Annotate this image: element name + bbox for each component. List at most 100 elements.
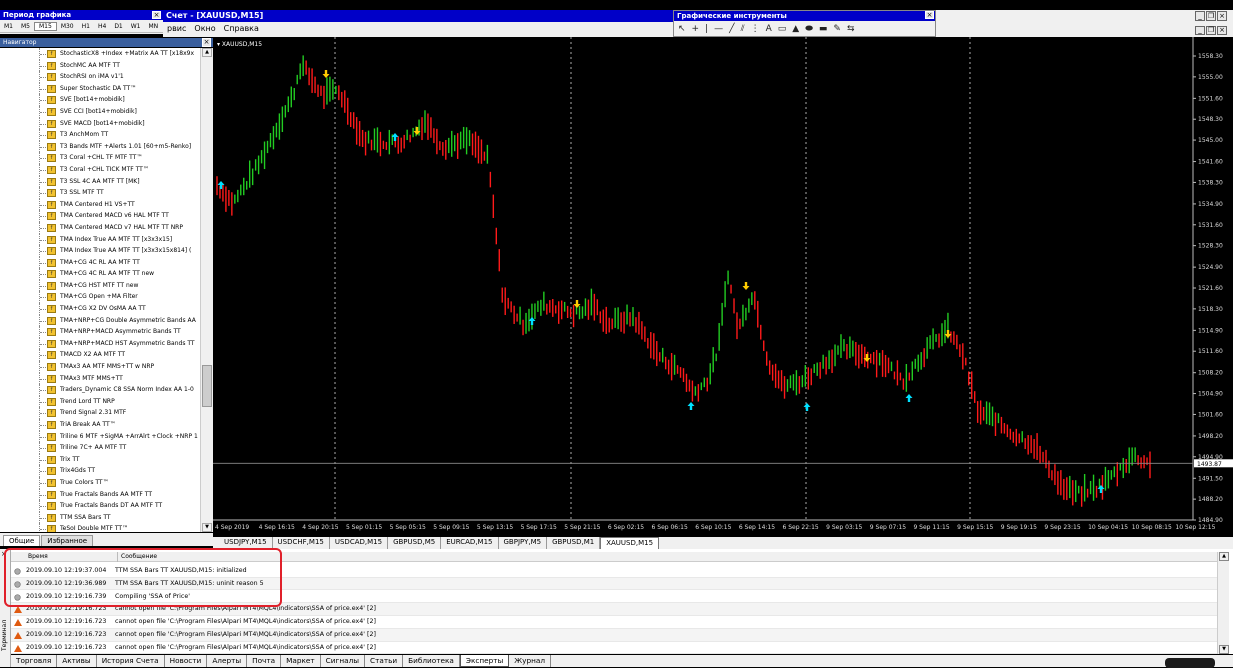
chart-tab[interactable]: USDCHF,M15 xyxy=(273,537,330,549)
terminal-tab[interactable]: Сигналы xyxy=(321,655,365,667)
timeframe-m15[interactable]: M15 xyxy=(34,21,57,31)
navigator-tab[interactable]: Избранное xyxy=(41,535,94,546)
navigator-item[interactable]: f TMA+CG 4C RL AA MTF TT xyxy=(0,256,200,269)
navigator-item[interactable]: f SVE CCI [bot14+mobidik] xyxy=(0,105,200,118)
navigator-item[interactable]: f TMA+CG Open +MA Filter xyxy=(0,291,200,304)
navigator-item[interactable]: f TMACD X2 AA MTF TT xyxy=(0,349,200,362)
navigator-item[interactable]: f Triline 7C+ AA MTF TT xyxy=(0,442,200,454)
terminal-tab[interactable]: Библиотека xyxy=(403,655,460,667)
trendline-icon[interactable]: ╱ xyxy=(729,24,734,34)
terminal-row[interactable]: 2019.09.10 12:19:16.723 cannot open file … xyxy=(11,641,1217,655)
timeframe-w1[interactable]: W1 xyxy=(127,23,145,30)
close-icon[interactable]: × xyxy=(1217,11,1227,21)
navigator-item[interactable]: f T3 SSL 4C AA MTF TT [MK] xyxy=(0,175,200,188)
navigator-item[interactable]: f Trend Lord TT NRP xyxy=(0,395,200,408)
navigator-item[interactable]: f Traders_Dynamic C8 SSA Norm Index AA 1-… xyxy=(0,384,200,396)
navigator-item[interactable]: f SVE [bot14+mobidik] xyxy=(0,94,200,106)
terminal-tab[interactable]: История Счета xyxy=(97,655,165,667)
navigator-item[interactable]: f StochRSI on iMA v1'1 xyxy=(0,71,200,83)
navigator-item[interactable]: f T3 Coral +CHL TF MTF TT™ xyxy=(0,152,200,164)
crosshair-icon[interactable]: + xyxy=(692,24,700,34)
scroll-down-icon[interactable]: ▼ xyxy=(202,523,212,532)
vline-icon[interactable]: | xyxy=(705,24,708,34)
close-icon[interactable]: × xyxy=(152,11,161,19)
scroll-down-icon[interactable]: ▼ xyxy=(1219,645,1229,654)
navigator-item[interactable]: f TMA+CG 4C RL AA MTF TT new xyxy=(0,268,200,280)
terminal-tab[interactable]: Активы xyxy=(57,655,97,667)
terminal-tab[interactable]: Новости xyxy=(165,655,208,667)
timeframe-m5[interactable]: M5 xyxy=(17,23,34,30)
navigator-item[interactable]: f StochasticX8 +Index +Matrix AA TT [x18x… xyxy=(0,48,200,60)
terminal-tab[interactable]: Эксперты xyxy=(459,655,510,667)
label-icon[interactable]: ▭ xyxy=(778,24,787,34)
ellipse-icon[interactable]: ⬬ xyxy=(805,24,813,34)
close-icon[interactable]: × xyxy=(925,11,934,19)
channel-icon[interactable]: ⫽ xyxy=(741,24,745,34)
timeframe-h1[interactable]: H1 xyxy=(78,23,94,30)
navigator-item[interactable]: f TMA+NRP+CG Double Asymmetric Bands AA xyxy=(0,314,200,327)
scroll-up-icon[interactable]: ▲ xyxy=(202,48,212,57)
chart-tab[interactable]: GBPJPY,M5 xyxy=(499,537,548,549)
close-icon[interactable]: × xyxy=(202,38,211,47)
terminal-row[interactable]: 2019.09.10 12:19:16.723 cannot open file … xyxy=(11,616,1217,629)
minimize-icon[interactable]: _ xyxy=(1195,26,1205,35)
navigator-item[interactable]: f Triline 6 MTF +SigMA +ArrAlrt +Clock +N… xyxy=(0,430,200,443)
navigator-item[interactable]: f Trix4Gds TT xyxy=(0,465,200,477)
menu-item[interactable]: Окно xyxy=(190,24,219,33)
arrow-icon[interactable]: ⇆ xyxy=(847,24,855,34)
chart-tab[interactable]: GBPUSD,M1 xyxy=(547,537,601,549)
terminal-tab[interactable]: Маркет xyxy=(281,655,321,667)
fibo-icon[interactable]: ⋮ xyxy=(751,24,760,34)
timeframe-m1[interactable]: M1 xyxy=(0,23,17,30)
pencil-icon[interactable]: ✎ xyxy=(833,24,841,34)
close-icon[interactable]: × xyxy=(1217,26,1227,35)
cursor-icon[interactable]: ↖ xyxy=(678,24,686,34)
timeframe-d1[interactable]: D1 xyxy=(110,23,126,30)
menu-item[interactable]: Справка xyxy=(220,24,263,33)
navigator-item[interactable]: f TMA Centered MACD v7 HAL MTF TT NRP xyxy=(0,221,200,234)
navigator-item[interactable]: f TeSoI Double MTF TT™ xyxy=(0,523,200,532)
navigator-item[interactable]: f True Fractals Bands DT AA MTF TT xyxy=(0,500,200,512)
text-icon[interactable]: A xyxy=(766,24,772,34)
chart-tab[interactable]: GBPUSD,M5 xyxy=(388,537,442,549)
navigator-item[interactable]: f True Colors TT™ xyxy=(0,476,200,489)
navigator-item[interactable]: f TMA+CG HST MTF TT new xyxy=(0,279,200,292)
navigator-item[interactable]: f TMA+CG X2 DV OsMA AA TT xyxy=(0,303,200,315)
terminal-tab[interactable]: Журнал xyxy=(509,655,552,667)
menu-item[interactable]: рвис xyxy=(163,24,190,33)
timeframe-h4[interactable]: H4 xyxy=(94,23,110,30)
navigator-item[interactable]: f Trend Signal 2.31 MTF xyxy=(0,407,200,419)
navigator-item[interactable]: f T3 Coral +CHL TICK MTF TT™ xyxy=(0,163,200,176)
terminal-tab[interactable]: Статьи xyxy=(365,655,404,667)
minimize-icon[interactable]: _ xyxy=(1195,11,1205,21)
terminal-scrollbar[interactable]: ▲ ▼ xyxy=(1217,552,1229,654)
terminal-row[interactable]: 2019.09.10 12:19:16.723 cannot open file … xyxy=(11,629,1217,642)
price-chart[interactable]: 1558.30 1555.00 1551.60 1548.30 1545.00 1541.… xyxy=(213,37,1233,537)
navigator-item[interactable]: f TMA Centered H1 VS+TT xyxy=(0,198,200,211)
hline-icon[interactable]: — xyxy=(714,24,723,34)
navigator-item[interactable]: f Trix TT xyxy=(0,453,200,466)
scroll-up-icon[interactable]: ▲ xyxy=(1219,552,1229,561)
navigator-item[interactable]: f True Fractals Bands AA MTF TT xyxy=(0,488,200,501)
timeframe-mn[interactable]: MN xyxy=(145,23,163,30)
rectangle-icon[interactable]: ▬ xyxy=(819,24,828,34)
navigator-item[interactable]: f StochMC AA MTF TT xyxy=(0,59,200,72)
triangle-icon[interactable]: ▲ xyxy=(792,24,799,34)
restore-icon[interactable]: ❐ xyxy=(1206,26,1216,35)
scroll-thumb[interactable] xyxy=(202,365,212,407)
navigator-item[interactable]: f TMAx3 MTF MMS+TT xyxy=(0,372,200,385)
chart-tab[interactable]: USDCAD,M15 xyxy=(330,537,389,549)
navigator-item[interactable]: f T3 SSL MTF TT xyxy=(0,187,200,199)
navigator-item[interactable]: f TMA Index True AA MTF TT [x3x3x15x814] … xyxy=(0,245,200,257)
navigator-item[interactable]: f TMA Index True AA MTF TT [x3x3x15] xyxy=(0,233,200,246)
navigator-item[interactable]: f TTM SSA Bars TT xyxy=(0,511,200,524)
navigator-item[interactable]: f Super Stochastic DA TT™ xyxy=(0,82,200,95)
terminal-tab[interactable]: Торговля xyxy=(11,655,58,667)
terminal-tab[interactable]: Почта xyxy=(247,655,282,667)
navigator-item[interactable]: f T3 AnchMom TT xyxy=(0,129,200,141)
chart-tab[interactable]: XAUUSD,M15 xyxy=(600,537,660,549)
restore-icon[interactable]: ❐ xyxy=(1206,11,1216,21)
chart-tab[interactable]: EURCAD,M15 xyxy=(441,537,499,549)
navigator-item[interactable]: f TMA+NRP+MACD Asymmetric Bands TT xyxy=(0,326,200,338)
terminal-tab[interactable]: Алерты xyxy=(207,655,248,667)
